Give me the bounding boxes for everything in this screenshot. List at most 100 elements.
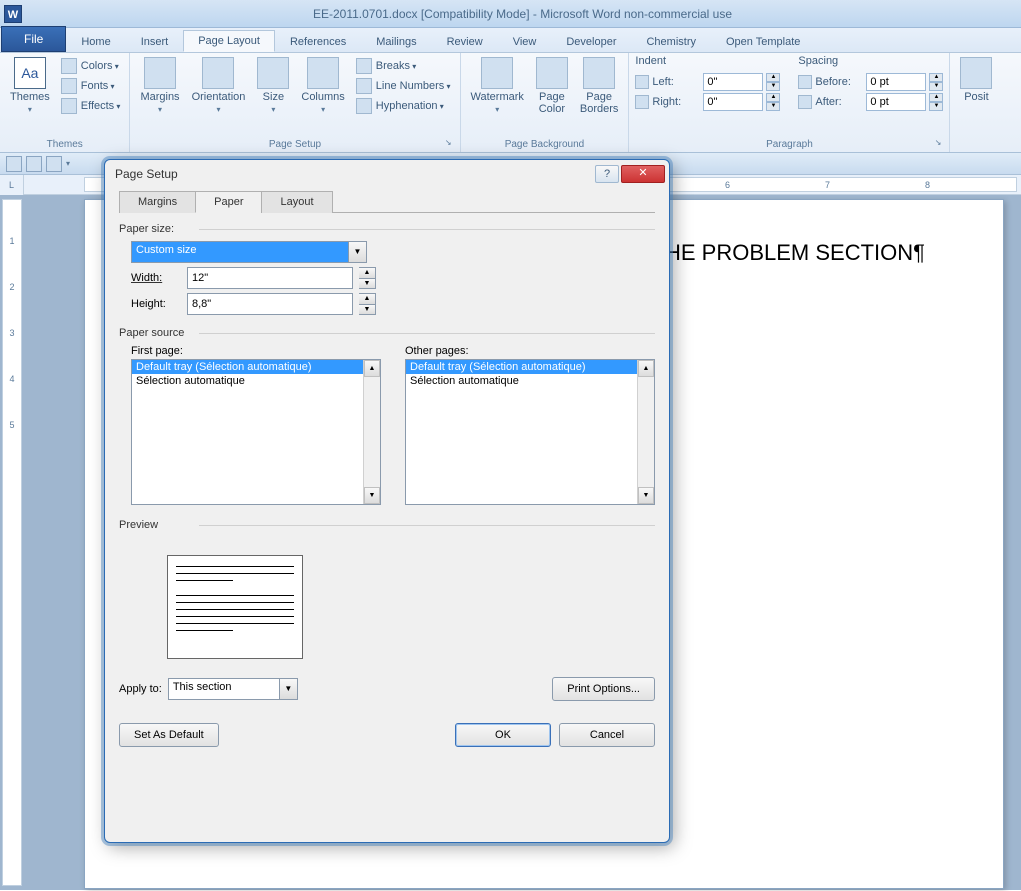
margins-icon (144, 57, 176, 89)
cancel-button[interactable]: Cancel (559, 723, 655, 747)
group-page-background: Watermark▾ Page Color Page Borders Page … (461, 53, 630, 152)
themes-icon: Aa (14, 57, 46, 89)
group-label-page-setup[interactable]: Page Setup (136, 138, 453, 151)
themes-button[interactable]: Aa Themes ▾ (6, 55, 54, 116)
paper-size-label: Paper size: (119, 223, 655, 235)
width-spinner[interactable]: ▲▼ (359, 267, 376, 289)
effects-button[interactable]: Effects (58, 97, 124, 115)
tab-view[interactable]: View (498, 31, 552, 52)
tab-page-layout[interactable]: Page Layout (183, 30, 275, 52)
tab-home[interactable]: Home (66, 31, 125, 52)
preview-box (167, 555, 303, 659)
chevron-down-icon: ▾ (158, 105, 162, 114)
scrollbar[interactable]: ▲▼ (637, 360, 654, 504)
apply-to-dropdown-button[interactable]: ▼ (280, 678, 298, 700)
size-button[interactable]: Size▾ (253, 55, 293, 116)
columns-button[interactable]: Columns▾ (297, 55, 348, 116)
width-label: Width: (131, 272, 181, 284)
tab-file[interactable]: File (1, 26, 66, 52)
group-label-paragraph[interactable]: Paragraph (635, 138, 943, 151)
first-page-listbox[interactable]: Default tray (Sélection automatique) Sél… (131, 359, 381, 505)
line-numbers-button[interactable]: Line Numbers (353, 77, 454, 95)
chevron-down-icon: ▾ (28, 105, 32, 114)
dialog-close-button[interactable]: ✕ (621, 165, 665, 183)
dialog-tab-layout[interactable]: Layout (261, 191, 332, 213)
colors-button[interactable]: Colors (58, 57, 124, 75)
qat-icon-2[interactable] (26, 156, 42, 172)
indent-left-input[interactable] (703, 73, 763, 91)
spacing-before-spinner[interactable]: ▲▼ (929, 73, 943, 91)
apply-to-label: Apply to: (119, 683, 162, 695)
colors-icon (61, 58, 77, 74)
page-borders-icon (583, 57, 615, 89)
tab-chemistry[interactable]: Chemistry (631, 31, 711, 52)
dialog-tab-paper[interactable]: Paper (195, 191, 262, 213)
scrollbar[interactable]: ▲▼ (363, 360, 380, 504)
ok-button[interactable]: OK (455, 723, 551, 747)
list-item[interactable]: Default tray (Sélection automatique) (132, 360, 380, 374)
group-page-setup: Margins▾ Orientation▾ Size▾ Columns▾ Bre… (130, 53, 460, 152)
spacing-heading: Spacing (798, 55, 943, 67)
margins-button[interactable]: Margins▾ (136, 55, 183, 116)
paper-size-dropdown-button[interactable]: ▼ (349, 241, 367, 263)
page-setup-dialog: Page Setup ? ✕ Margins Paper Layout Pape… (104, 159, 670, 843)
list-item[interactable]: Sélection automatique (406, 374, 654, 388)
position-button[interactable]: Posit (956, 55, 996, 105)
print-options-button[interactable]: Print Options... (552, 677, 655, 701)
spacing-after-spinner[interactable]: ▲▼ (929, 93, 943, 111)
indent-right-input[interactable] (703, 93, 763, 111)
other-pages-listbox[interactable]: Default tray (Sélection automatique) Sél… (405, 359, 655, 505)
list-item[interactable]: Sélection automatique (132, 374, 380, 388)
dialog-titlebar[interactable]: Page Setup ? ✕ (105, 160, 669, 188)
dialog-title: Page Setup (115, 167, 178, 181)
tab-references[interactable]: References (275, 31, 361, 52)
tab-review[interactable]: Review (432, 31, 498, 52)
other-pages-label: Other pages: (405, 345, 655, 357)
indent-left-icon (635, 75, 649, 89)
set-as-default-button[interactable]: Set As Default (119, 723, 219, 747)
group-label-page-background: Page Background (467, 138, 623, 151)
paper-size-select[interactable]: Custom size (131, 241, 349, 263)
height-label: Height: (131, 298, 181, 310)
dialog-tab-margins[interactable]: Margins (119, 191, 196, 213)
qat-icon-3[interactable] (46, 156, 62, 172)
fonts-button[interactable]: Fonts (58, 77, 124, 95)
indent-left-spinner[interactable]: ▲▼ (766, 73, 780, 91)
group-arrange: Posit (950, 53, 1002, 152)
position-icon (960, 57, 992, 89)
indent-right-spinner[interactable]: ▲▼ (766, 93, 780, 111)
document-text: HE PROBLEM SECTION¶ (665, 240, 943, 266)
chevron-down-icon: ▾ (271, 105, 275, 114)
height-spinner[interactable]: ▲▼ (359, 293, 376, 315)
save-icon[interactable] (6, 156, 22, 172)
tab-mailings[interactable]: Mailings (361, 31, 431, 52)
chevron-down-icon: ▾ (216, 105, 220, 114)
spacing-after-input[interactable] (866, 93, 926, 111)
page-color-button[interactable]: Page Color (532, 55, 572, 117)
height-input[interactable] (187, 293, 353, 315)
spacing-before-input[interactable] (866, 73, 926, 91)
dialog-help-button[interactable]: ? (595, 165, 619, 183)
watermark-button[interactable]: Watermark▾ (467, 55, 528, 116)
qat-dropdown-icon[interactable]: ▾ (66, 159, 70, 168)
orientation-button[interactable]: Orientation▾ (188, 55, 250, 116)
tab-open-template[interactable]: Open Template (711, 31, 815, 52)
page-borders-button[interactable]: Page Borders (576, 55, 623, 117)
tab-developer[interactable]: Developer (551, 31, 631, 52)
size-icon (257, 57, 289, 89)
hyphenation-button[interactable]: Hyphenation (353, 97, 454, 115)
indent-right-label: Right: (652, 96, 700, 108)
width-input[interactable] (187, 267, 353, 289)
breaks-button[interactable]: Breaks (353, 57, 454, 75)
list-item[interactable]: Default tray (Sélection automatique) (406, 360, 654, 374)
fonts-icon (61, 78, 77, 94)
watermark-icon (481, 57, 513, 89)
ruler-vertical[interactable]: 12345 (2, 199, 22, 886)
spacing-before-label: Before: (815, 76, 863, 88)
tab-insert[interactable]: Insert (126, 31, 184, 52)
apply-to-select[interactable]: This section (168, 678, 280, 700)
group-paragraph: Indent Left: ▲▼ Right: ▲▼ Spacing (629, 53, 950, 152)
ruler-corner[interactable]: L (0, 175, 24, 195)
group-themes: Aa Themes ▾ Colors Fonts Effects Themes (0, 53, 130, 152)
group-label-themes: Themes (6, 138, 123, 151)
